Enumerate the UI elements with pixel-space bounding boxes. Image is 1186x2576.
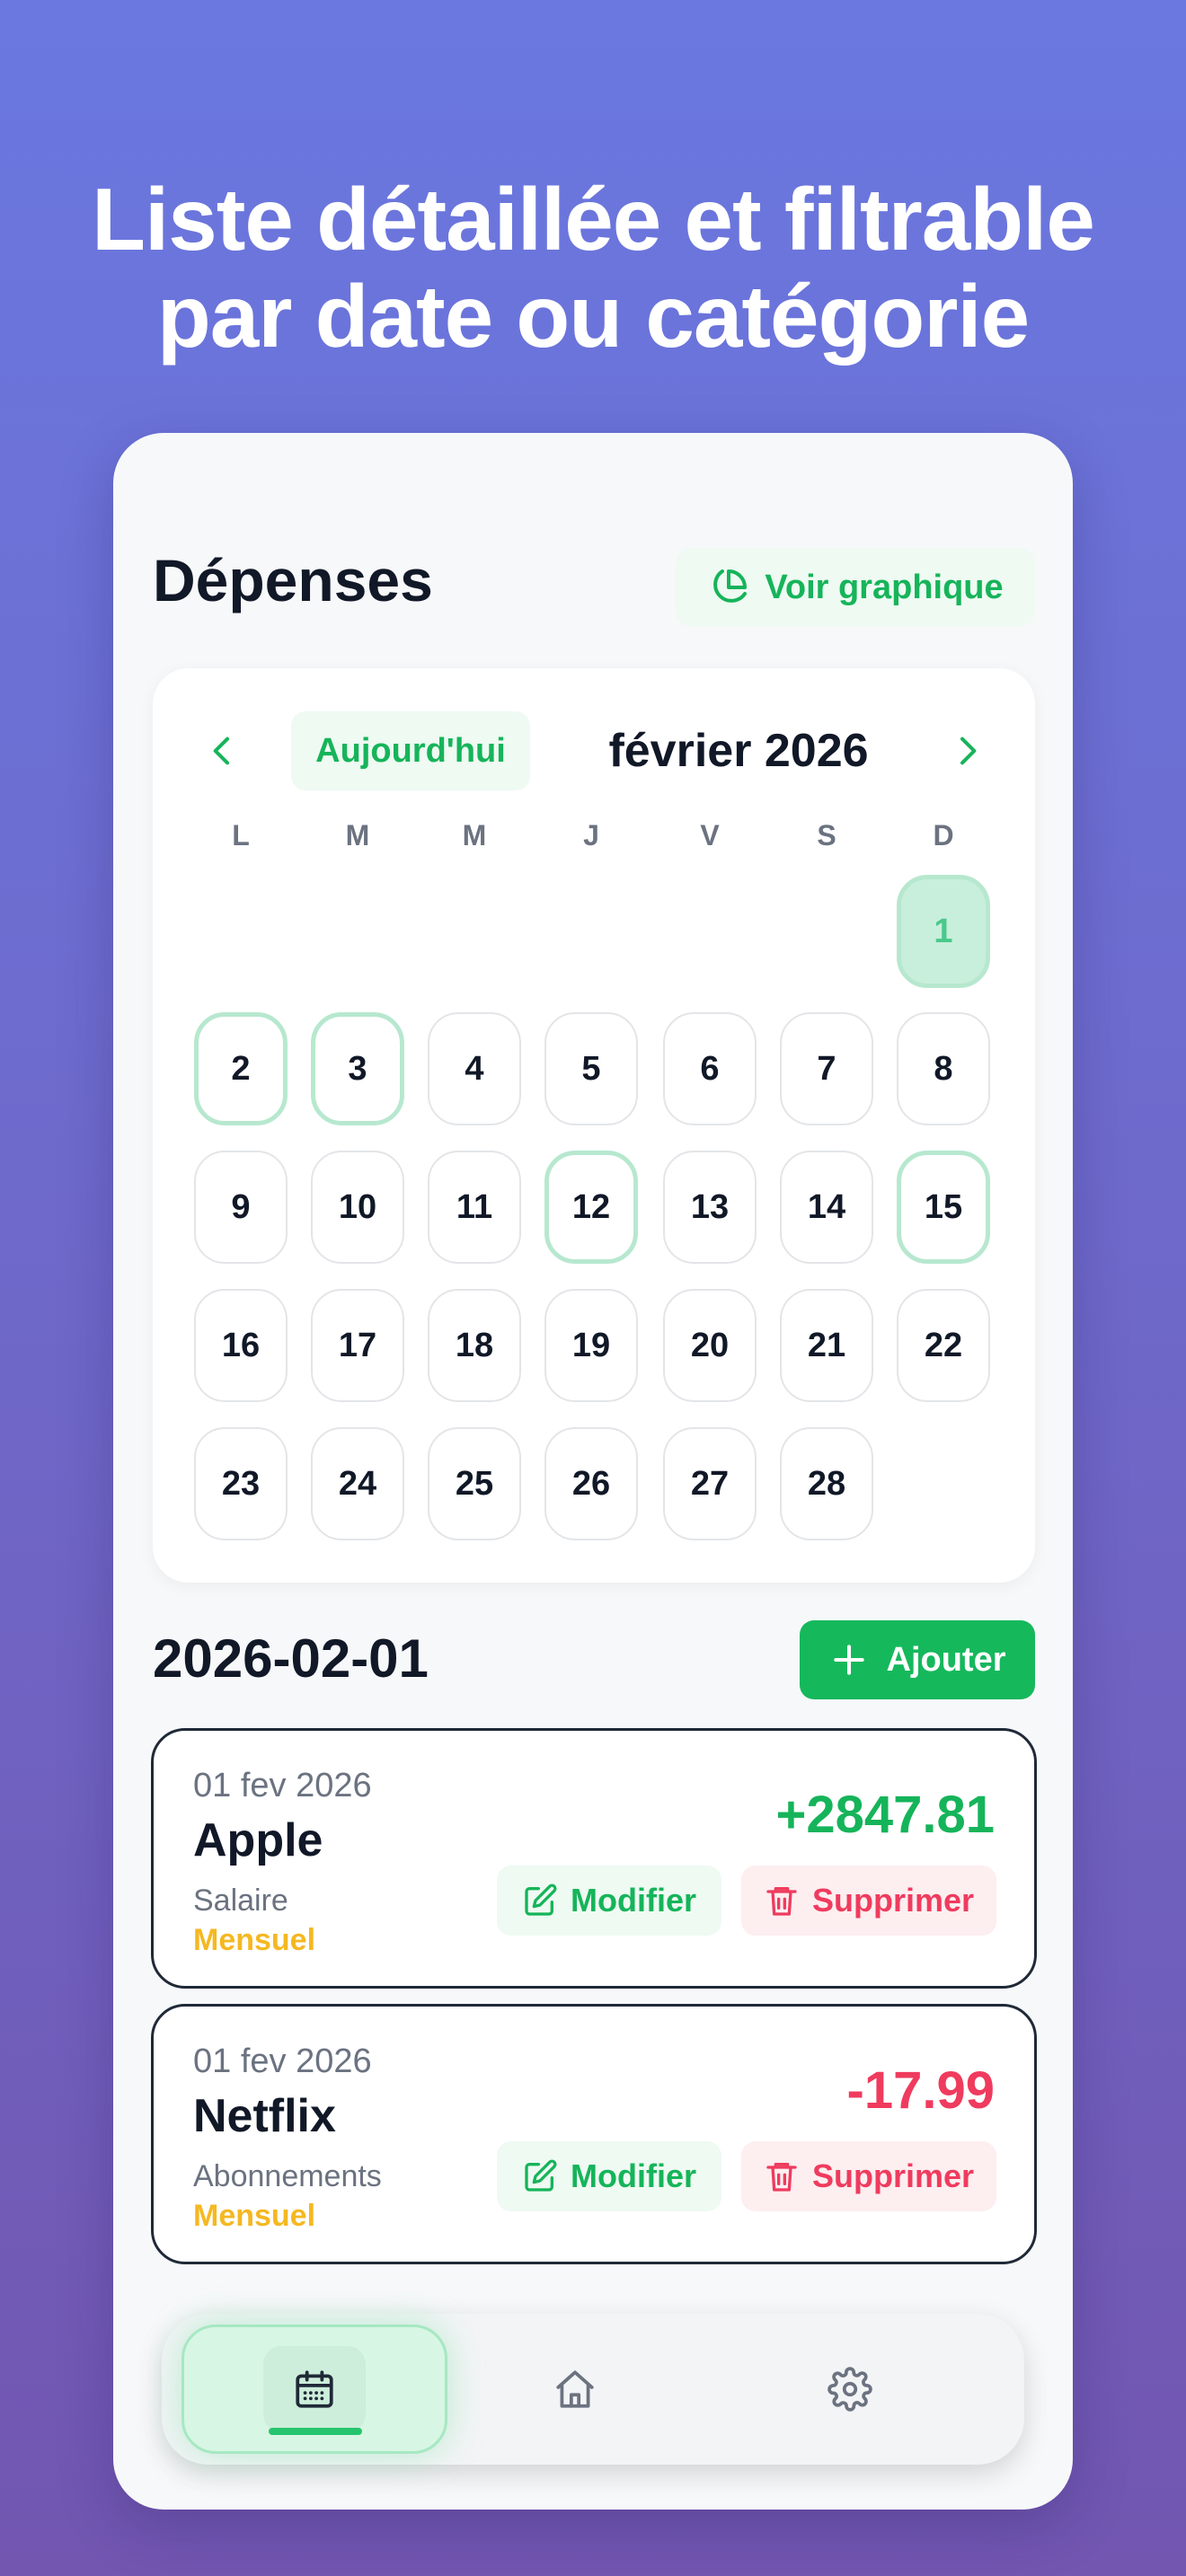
edit-button[interactable]: Modifier xyxy=(497,2141,721,2211)
transaction-card[interactable]: 01 fev 2026 Netflix Abonnements Mensuel … xyxy=(151,2004,1037,2264)
calendar-day[interactable]: 16 xyxy=(194,1289,288,1402)
view-chart-button[interactable]: Voir graphique xyxy=(676,548,1035,627)
transaction-card[interactable]: 01 fev 2026 Apple Salaire Mensuel +2847.… xyxy=(151,1728,1037,1989)
gear-icon xyxy=(828,2367,872,2412)
add-button-label: Ajouter xyxy=(886,1640,1006,1679)
edit-icon xyxy=(525,1883,557,1916)
calendar-day[interactable]: 2 xyxy=(194,1012,288,1125)
calendar-day[interactable]: 26 xyxy=(544,1427,638,1540)
transaction-date: 01 fev 2026 xyxy=(193,2042,372,2080)
day-grid: 1 2 3 4 5 6 7 8 9 10 11 12 13 14 15 16 17 18 19 20 21 22 23 24 2… xyxy=(153,668,1035,1583)
edit-button[interactable]: Modifier xyxy=(497,1866,721,1936)
tab-bar xyxy=(162,2314,1024,2465)
app-screen: Dépenses Voir graphique Aujourd'hui févr… xyxy=(113,433,1073,2510)
edit-label: Modifier xyxy=(571,1882,696,1919)
trash-icon xyxy=(766,1887,797,1916)
calendar-day[interactable]: 27 xyxy=(663,1427,757,1540)
edit-label: Modifier xyxy=(571,2157,696,2194)
edit-icon xyxy=(525,2159,557,2192)
calendar-day[interactable]: 18 xyxy=(428,1289,521,1402)
calendar-day[interactable]: 9 xyxy=(194,1151,288,1264)
calendar-day[interactable]: 6 xyxy=(663,1012,757,1125)
calendar-day[interactable]: 5 xyxy=(544,1012,638,1125)
calendar-day[interactable]: 19 xyxy=(544,1289,638,1402)
transaction-amount: -17.99 xyxy=(846,2061,995,2120)
calendar-day[interactable]: 21 xyxy=(780,1289,873,1402)
delete-button[interactable]: Supprimer xyxy=(741,1866,996,1936)
home-icon xyxy=(556,2370,594,2408)
transaction-date: 01 fev 2026 xyxy=(193,1767,372,1804)
headline-line-2: par date ou catégorie xyxy=(156,267,1030,366)
calendar-day[interactable]: 23 xyxy=(194,1427,288,1540)
page-title: Dépenses xyxy=(153,547,433,613)
calendar-day[interactable]: 4 xyxy=(428,1012,521,1125)
calendar-day[interactable]: 22 xyxy=(897,1289,990,1402)
calendar-day[interactable]: 10 xyxy=(311,1151,404,1264)
calendar-day[interactable]: 17 xyxy=(311,1289,404,1402)
calendar-day[interactable]: 11 xyxy=(428,1151,521,1264)
calendar-day[interactable]: 7 xyxy=(780,1012,873,1125)
pie-chart-icon xyxy=(713,569,748,603)
headline-line-1: Liste détaillée et filtrable xyxy=(92,170,1095,269)
transaction-amount: +2847.81 xyxy=(775,1786,995,1844)
tab-settings[interactable] xyxy=(760,2314,940,2465)
calendar-day[interactable]: 15 xyxy=(897,1151,990,1264)
transaction-frequency: Mensuel xyxy=(193,2199,316,2233)
calendar-day[interactable]: 8 xyxy=(897,1012,990,1125)
calendar-day[interactable]: 24 xyxy=(311,1427,404,1540)
calendar-icon xyxy=(296,2370,333,2408)
transaction-name: Netflix xyxy=(193,2090,336,2142)
calendar-day[interactable]: 20 xyxy=(663,1289,757,1402)
plus-icon xyxy=(833,1645,864,1675)
tab-calendar-highlight xyxy=(263,2346,366,2432)
tab-calendar[interactable] xyxy=(181,2325,447,2454)
calendar-day[interactable]: 25 xyxy=(428,1427,521,1540)
delete-button[interactable]: Supprimer xyxy=(741,2141,996,2211)
delete-label: Supprimer xyxy=(811,1882,975,1919)
add-button[interactable]: Ajouter xyxy=(800,1620,1035,1699)
calendar-day[interactable]: 12 xyxy=(544,1151,638,1264)
transaction-category: Abonnements xyxy=(193,2159,382,2193)
delete-label: Supprimer xyxy=(811,2157,975,2194)
transaction-name: Apple xyxy=(193,1814,323,1866)
calendar-day[interactable]: 14 xyxy=(780,1151,873,1264)
calendar-day[interactable]: 1 xyxy=(897,875,990,988)
view-chart-label: Voir graphique xyxy=(765,568,1004,606)
trash-icon xyxy=(766,2163,797,2192)
tab-home[interactable] xyxy=(485,2314,665,2465)
calendar-day[interactable]: 13 xyxy=(663,1151,757,1264)
calendar-day[interactable]: 28 xyxy=(780,1427,873,1540)
calendar: Aujourd'hui février 2026 LMMJVSD 1234567… xyxy=(153,668,1035,1583)
transaction-category: Salaire xyxy=(193,1883,288,1918)
active-tab-indicator xyxy=(269,2428,362,2435)
transaction-frequency: Mensuel xyxy=(193,1923,316,1957)
selected-date-heading: 2026-02-01 xyxy=(153,1628,429,1689)
headline: Liste détaillée et filtrable par date ou… xyxy=(0,171,1186,365)
calendar-day[interactable]: 3 xyxy=(311,1012,404,1125)
